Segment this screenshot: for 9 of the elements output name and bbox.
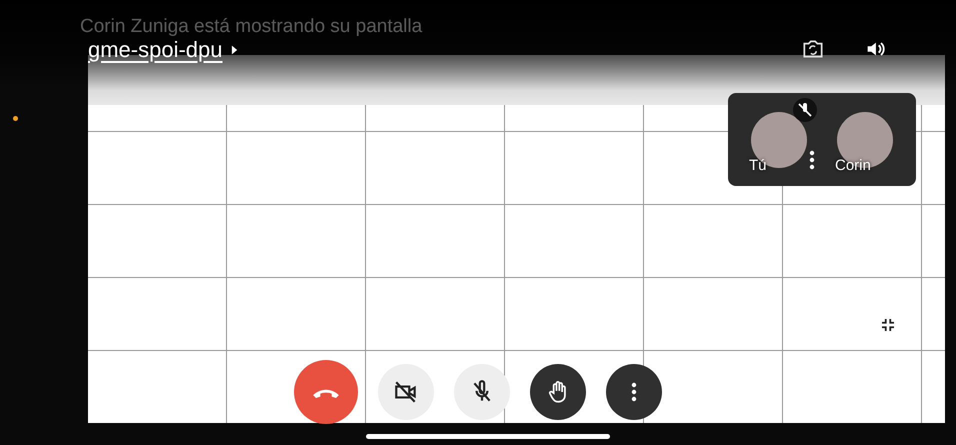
- screen-share-notice: Corin Zuniga está mostrando su pantalla: [80, 16, 422, 38]
- status-dot: [13, 116, 18, 121]
- collapse-icon: [879, 316, 897, 334]
- participant-name: Tú: [749, 156, 767, 174]
- meeting-code-link[interactable]: gme-spoi-dpu: [84, 35, 242, 65]
- more-icon: [631, 382, 637, 402]
- more-options-icon[interactable]: [809, 150, 815, 170]
- chevron-icon: [230, 45, 238, 55]
- camera-off-icon: [393, 379, 419, 405]
